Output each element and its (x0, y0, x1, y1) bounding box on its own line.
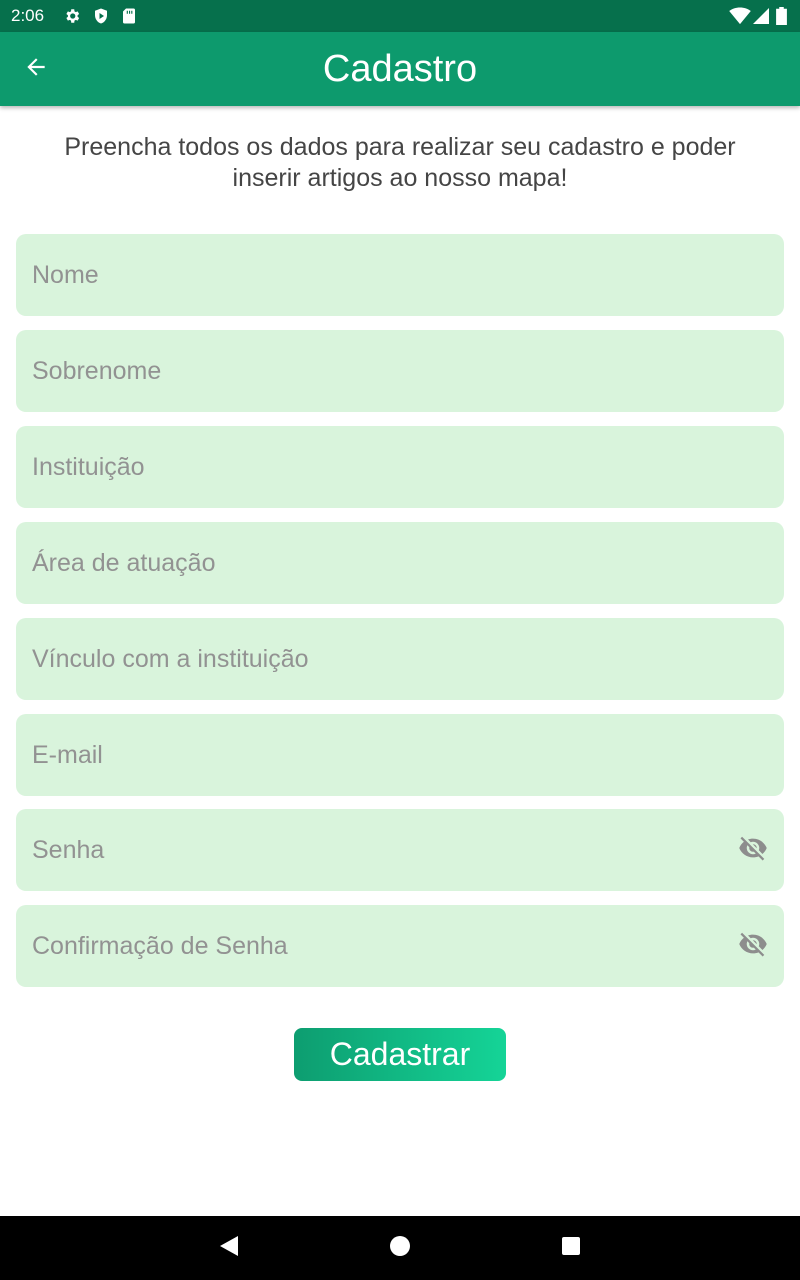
password-input[interactable] (16, 809, 784, 891)
confirm-password-field (16, 905, 784, 987)
shield-icon (92, 7, 110, 30)
signal-icon (753, 7, 769, 30)
password-field (16, 809, 784, 891)
first-name-input[interactable] (16, 234, 784, 316)
visibility-off-icon (737, 929, 769, 964)
app-bar: Cadastro (0, 32, 800, 106)
back-triangle-icon (219, 1235, 239, 1262)
confirm-password-visibility-toggle[interactable] (736, 930, 770, 962)
status-bar: 2:06 (0, 0, 800, 32)
arrow-back-icon (23, 54, 49, 85)
last-name-field (16, 330, 784, 412)
field-of-work-input[interactable] (16, 522, 784, 604)
password-visibility-toggle[interactable] (736, 834, 770, 866)
email-input[interactable] (16, 714, 784, 796)
email-field (16, 714, 784, 796)
register-button[interactable]: Cadastrar (294, 1028, 506, 1081)
status-time: 2:06 (11, 6, 45, 25)
sd-card-icon (121, 7, 137, 30)
first-name-field (16, 234, 784, 316)
confirm-password-input[interactable] (16, 905, 784, 987)
nav-back-button[interactable] (209, 1228, 249, 1268)
institution-field (16, 426, 784, 508)
intro-text: Preencha todos os dados para realizar se… (64, 133, 736, 192)
nav-recents-button[interactable] (551, 1228, 591, 1268)
nav-home-button[interactable] (380, 1228, 420, 1268)
navigation-bar (0, 1216, 800, 1280)
last-name-input[interactable] (16, 330, 784, 412)
page-title: Cadastro (322, 48, 478, 90)
field-of-work-field (16, 522, 784, 604)
institution-input[interactable] (16, 426, 784, 508)
battery-icon (776, 7, 787, 30)
visibility-off-icon (737, 833, 769, 868)
settings-icon (63, 7, 81, 30)
wifi-icon (729, 7, 751, 30)
recents-square-icon (562, 1236, 580, 1260)
institution-bond-field (16, 618, 784, 700)
back-button[interactable] (14, 47, 58, 91)
home-circle-icon (390, 1235, 410, 1261)
institution-bond-input[interactable] (16, 618, 784, 700)
